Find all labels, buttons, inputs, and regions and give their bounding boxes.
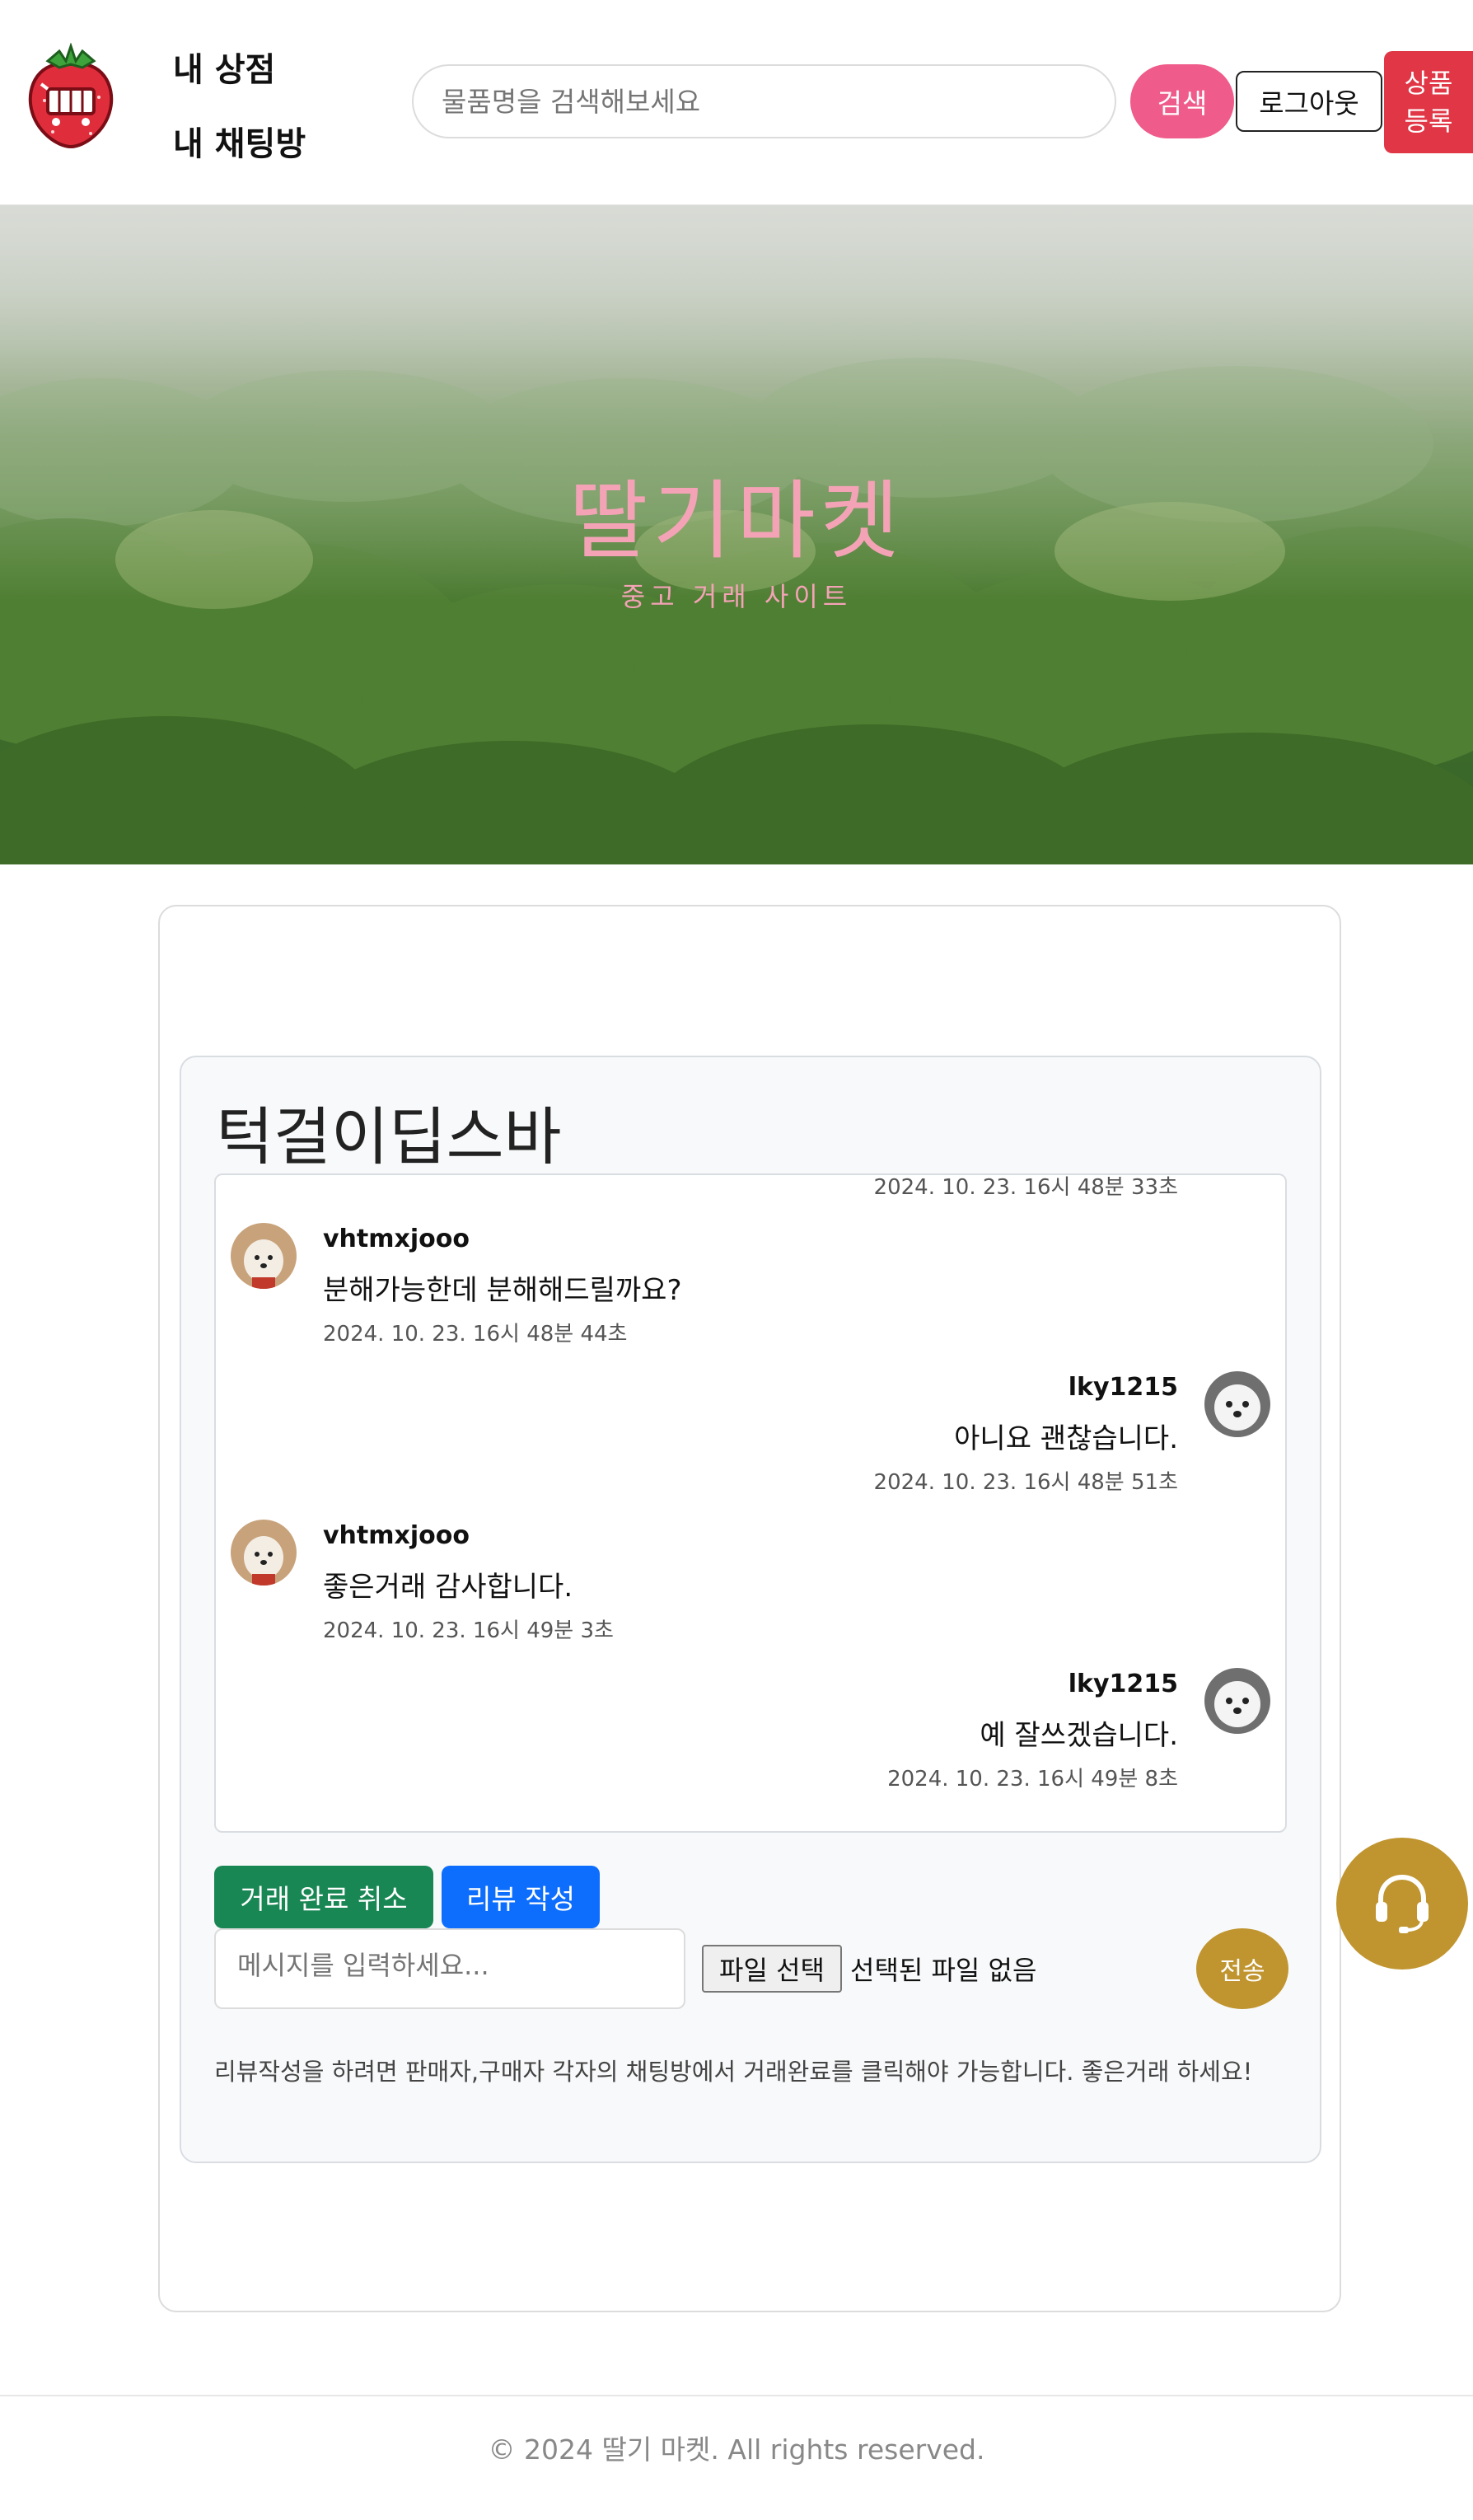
message-timestamp: 2024. 10. 23. 16시 48분 51초 [873, 1470, 1178, 1495]
site-header: 내 상점 내 채팅방 검색 로그아웃 상품 등록 [0, 0, 1473, 205]
avatar-vhtmxjooo [231, 1520, 297, 1586]
write-review-button[interactable]: 리뷰 작성 [442, 1866, 600, 1928]
message-input[interactable] [214, 1928, 685, 2009]
search-button[interactable]: 검색 [1130, 64, 1234, 138]
message-list[interactable]: 2024. 10. 23. 16시 48분 33초 vhtmxjooo 분해가능… [214, 1173, 1287, 1833]
message-timestamp: 2024. 10. 23. 16시 48분 33초 [873, 1175, 1178, 1200]
nav-my-chats[interactable]: 내 채팅방 [173, 117, 306, 165]
chat-room-title: 턱걸이딥스바 [216, 1100, 562, 1173]
message-timestamp: 2024. 10. 23. 16시 48분 44초 [323, 1322, 628, 1347]
message-timestamp: 2024. 10. 23. 16시 49분 8초 [887, 1767, 1178, 1792]
message-text: 예 잘쓰겠습니다. [980, 1719, 1178, 1752]
logout-button[interactable]: 로그아웃 [1236, 71, 1382, 132]
file-select-button[interactable]: 파일 선택 [702, 1945, 842, 1993]
support-chat-button[interactable] [1336, 1838, 1468, 1970]
register-label-line2: 등록 [1404, 105, 1453, 137]
footer-divider [0, 2395, 1473, 2396]
avatar-lky1215 [1204, 1371, 1270, 1437]
hero-title: 딸기마켓 [568, 471, 905, 571]
headset-icon [1369, 1869, 1435, 1938]
message-timestamp: 2024. 10. 23. 16시 49분 3초 [323, 1618, 614, 1643]
hero-banner: 딸기마켓 중고 거래 사이트 [0, 205, 1473, 864]
avatar-vhtmxjooo [231, 1223, 297, 1289]
avatar-lky1215 [1204, 1668, 1270, 1734]
message-username: lky1215 [1068, 1670, 1178, 1698]
message-text: 좋은거래 감사합니다. [323, 1571, 573, 1604]
message-username: vhtmxjooo [323, 1521, 470, 1550]
review-notice-text: 리뷰작성을 하려면 판매자,구매자 각자의 채팅방에서 거래완료를 클릭해야 가… [214, 2058, 1253, 2086]
hero-subtitle: 중고 거래 사이트 [620, 581, 853, 612]
strawberry-cart-logo-icon[interactable] [23, 42, 119, 149]
message-username: vhtmxjooo [323, 1225, 470, 1253]
search-input[interactable] [412, 64, 1116, 138]
register-product-button[interactable]: 상품 등록 [1384, 51, 1473, 153]
send-button[interactable]: 전송 [1196, 1928, 1288, 2009]
register-label-line1: 상품 [1404, 68, 1453, 99]
message-text: 분해가능한데 분해해드릴까요? [323, 1274, 682, 1307]
message-username: lky1215 [1068, 1373, 1178, 1402]
footer-copyright: © 2024 딸기 마켓. All rights reserved. [488, 2433, 985, 2466]
nav-my-store[interactable]: 내 상점 [173, 43, 275, 91]
file-status-text: 선택된 파일 없음 [850, 1955, 1037, 1986]
message-text: 아니요 괜찮습니다. [954, 1422, 1178, 1455]
cancel-trade-complete-button[interactable]: 거래 완료 취소 [214, 1866, 433, 1928]
